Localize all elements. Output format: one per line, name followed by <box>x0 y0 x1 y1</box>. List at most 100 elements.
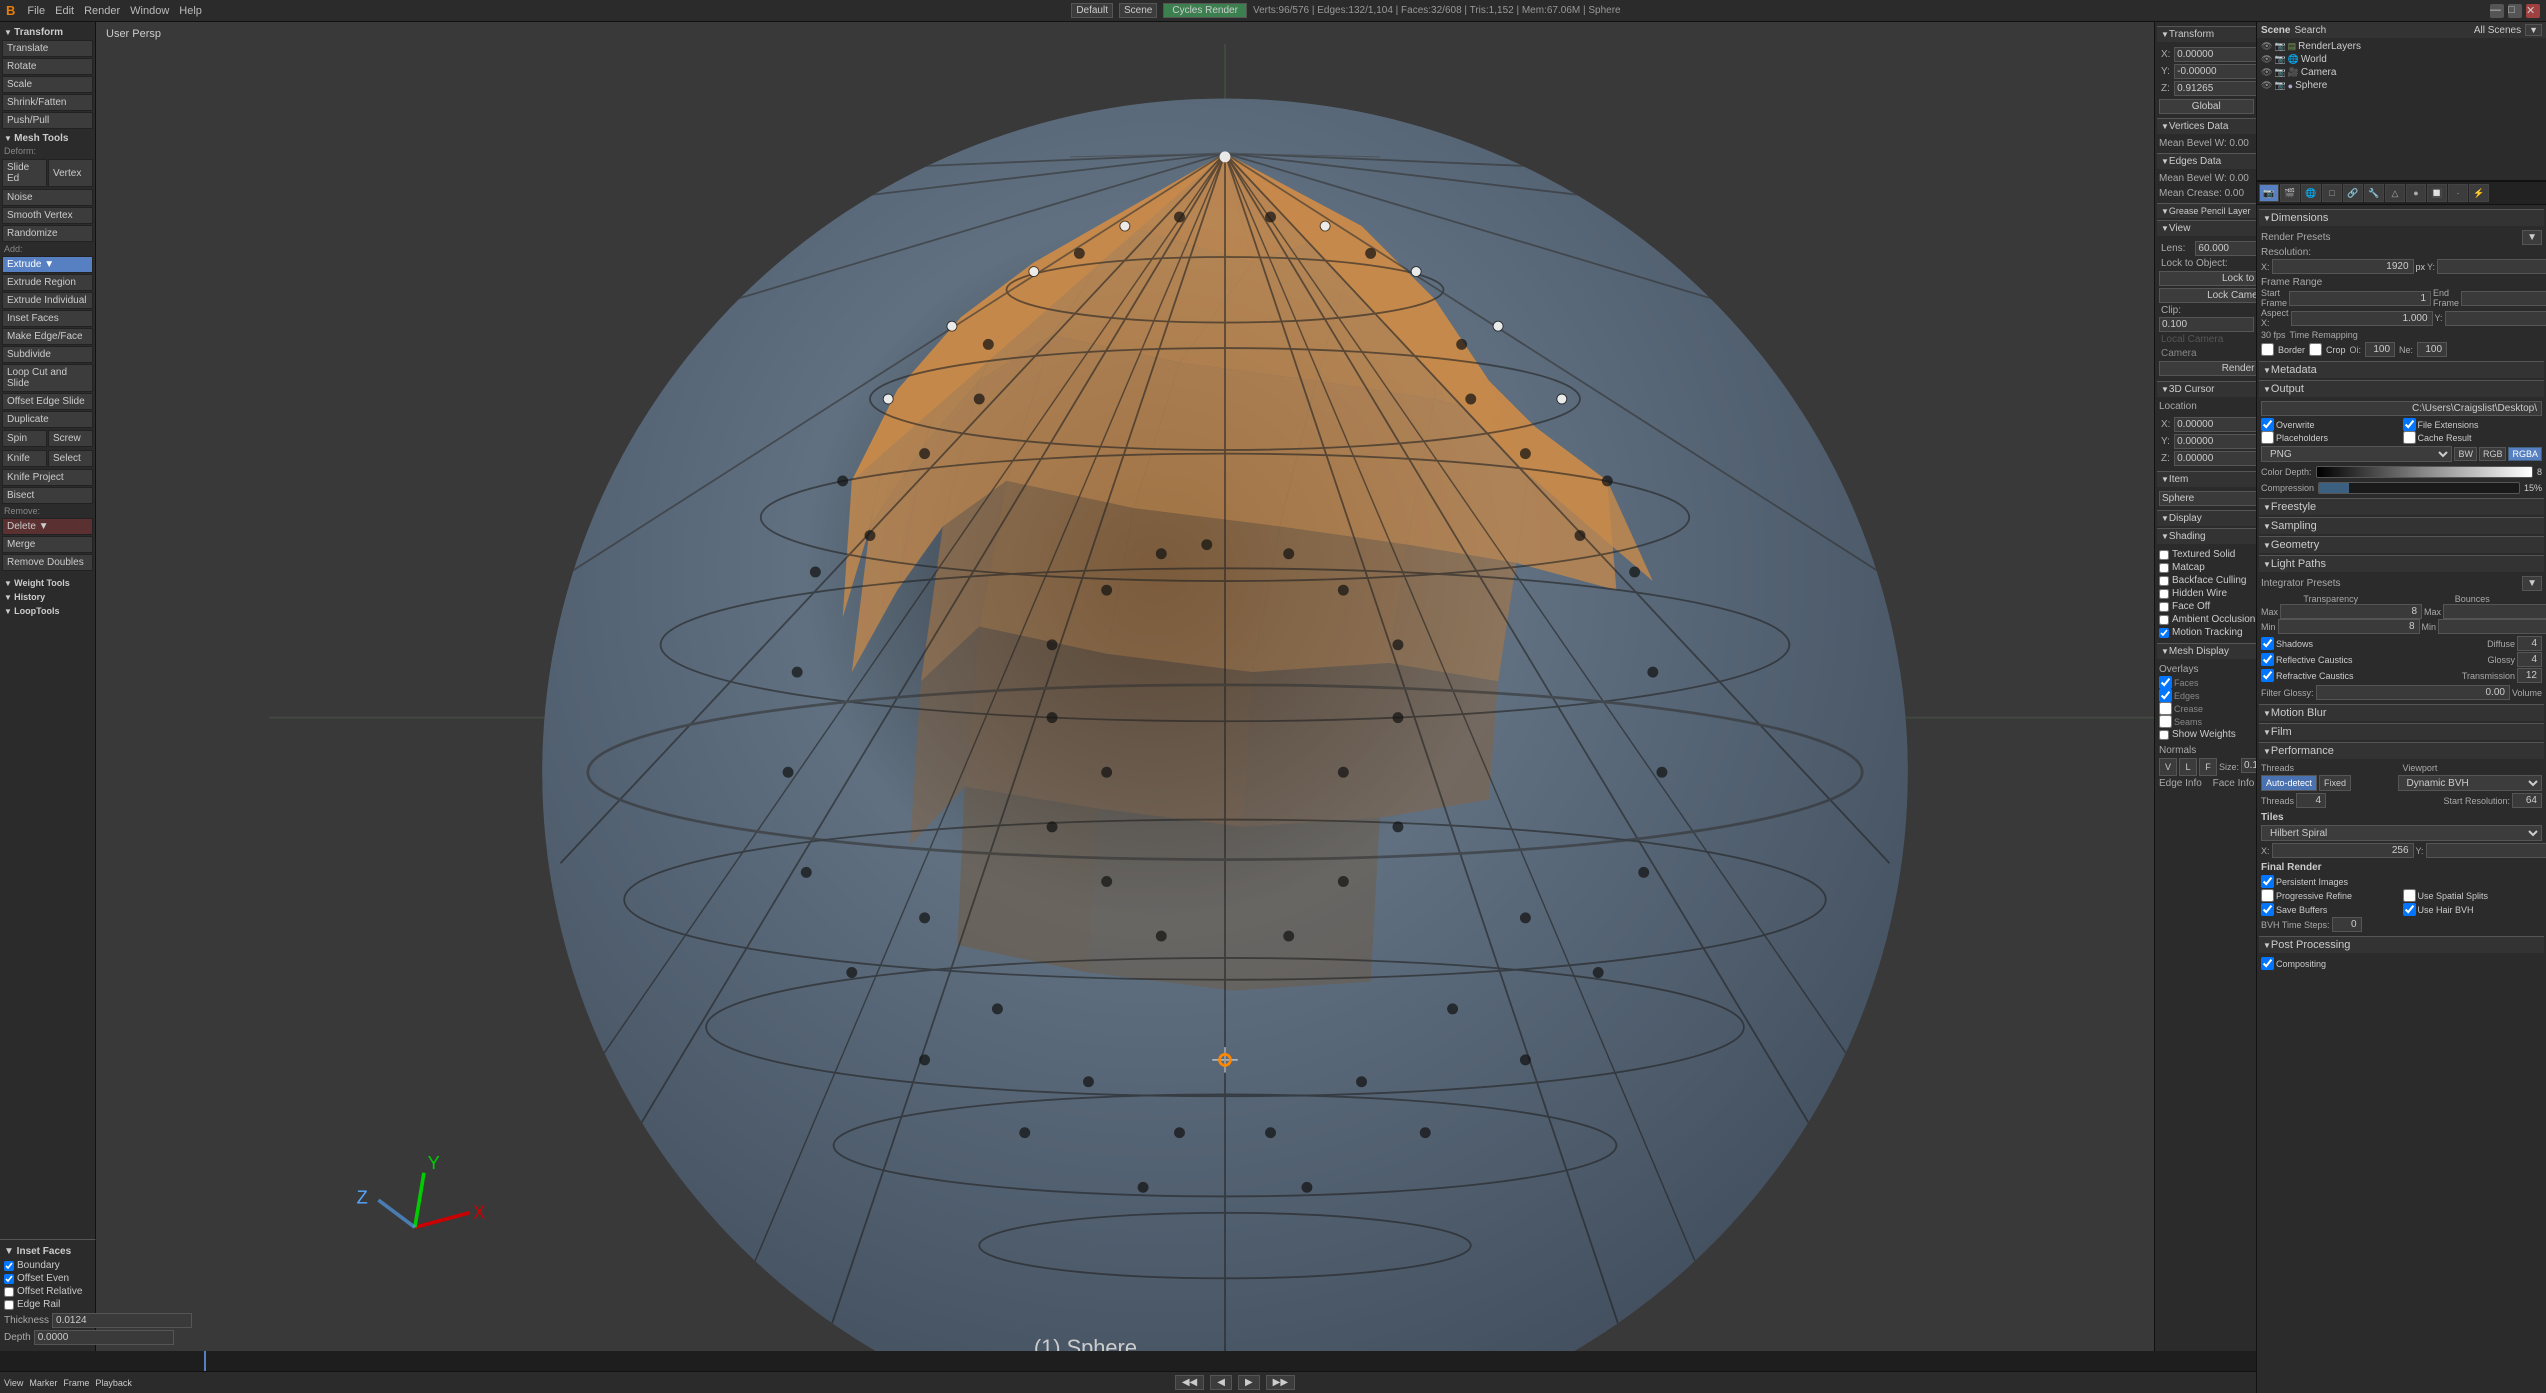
bvh-steps-input[interactable] <box>2332 917 2362 932</box>
save-buffers-checkbox[interactable] <box>2261 903 2274 916</box>
ne-input[interactable] <box>2417 342 2447 357</box>
menu-window[interactable]: Window <box>130 5 169 17</box>
motion-tracking-checkbox[interactable] <box>2159 628 2169 638</box>
object-prop-icon[interactable]: □ <box>2322 184 2342 202</box>
engine-selector[interactable]: Cycles Render <box>1163 3 1247 18</box>
tool-bisect[interactable]: Bisect <box>2 487 93 504</box>
renderlayers-eye-icon[interactable]: 👁 <box>2261 41 2272 52</box>
tool-slide-edge[interactable]: Slide Ed <box>2 159 47 187</box>
backface-culling-checkbox[interactable] <box>2159 576 2169 586</box>
rgb-btn[interactable]: RGB <box>2479 447 2507 461</box>
light-paths-section[interactable]: Light Paths <box>2259 555 2544 572</box>
history-header[interactable]: History <box>2 589 93 603</box>
menu-render[interactable]: Render <box>84 5 120 17</box>
max-trans-input[interactable] <box>2280 604 2422 619</box>
auto-detect-btn[interactable]: Auto-detect <box>2261 775 2317 791</box>
tool-duplicate[interactable]: Duplicate <box>2 411 93 428</box>
file-ext-checkbox[interactable] <box>2403 418 2416 431</box>
cache-result-checkbox[interactable] <box>2403 431 2416 444</box>
camera-eye-icon[interactable]: 👁 <box>2261 67 2272 78</box>
tool-select-knife[interactable]: Select <box>48 450 93 467</box>
tile-x-input[interactable] <box>2272 843 2414 858</box>
diffuse-input[interactable] <box>2517 636 2542 651</box>
metadata-section[interactable]: Metadata <box>2259 361 2544 378</box>
step-forward-btn[interactable]: ▶▶ <box>1266 1375 1295 1390</box>
tool-offset-edge-slide[interactable]: Offset Edge Slide <box>2 393 93 410</box>
tool-extrude-individual[interactable]: Extrude Individual <box>2 292 93 309</box>
timeline-frame-btn[interactable]: Frame <box>63 1378 89 1388</box>
dimensions-section[interactable]: Dimensions <box>2259 209 2544 226</box>
textured-solid-checkbox[interactable] <box>2159 550 2169 560</box>
transmission-input[interactable] <box>2517 668 2542 683</box>
particles-icon[interactable]: · <box>2448 184 2468 202</box>
tool-inset-faces[interactable]: Inset Faces <box>2 310 93 327</box>
menu-edit[interactable]: Edit <box>55 5 74 17</box>
oi-input[interactable] <box>2365 342 2395 357</box>
motion-blur-section[interactable]: Motion Blur <box>2259 704 2544 721</box>
tool-make-edge-face[interactable]: Make Edge/Face <box>2 328 93 345</box>
fixed-btn[interactable]: Fixed <box>2319 775 2351 791</box>
renderlayers-camera-icon[interactable]: 📷 <box>2274 41 2285 52</box>
post-processing-section[interactable]: Post Processing <box>2259 936 2544 953</box>
rgba-btn[interactable]: RGBA <box>2508 447 2542 461</box>
texture-icon[interactable]: 🔲 <box>2427 184 2447 202</box>
data-icon[interactable]: △ <box>2385 184 2405 202</box>
timeline-marker-btn[interactable]: Marker <box>29 1378 57 1388</box>
tool-randomize[interactable]: Randomize <box>2 225 93 242</box>
max-bounces-input[interactable] <box>2443 604 2546 619</box>
tool-rotate[interactable]: Rotate <box>2 58 93 75</box>
normals-face-btn[interactable]: F <box>2199 758 2217 776</box>
tool-delete[interactable]: Delete ▼ <box>2 518 93 535</box>
reflective-caustics-checkbox[interactable] <box>2261 653 2274 666</box>
constraints-icon[interactable]: 🔗 <box>2343 184 2363 202</box>
start-frame-input[interactable] <box>2289 291 2431 306</box>
loop-tools-header[interactable]: LoopTools <box>2 603 93 617</box>
hair-bvh-checkbox[interactable] <box>2403 903 2416 916</box>
geometry-section[interactable]: Geometry <box>2259 536 2544 553</box>
start-res-input[interactable] <box>2512 793 2542 808</box>
screen-selector[interactable]: Default <box>1071 3 1113 18</box>
render-presets-btn[interactable]: ▼ <box>2522 230 2542 245</box>
tool-subdivide[interactable]: Subdivide <box>2 346 93 363</box>
min-trans-input[interactable] <box>2278 619 2420 634</box>
step-back-btn[interactable]: ◀ <box>1210 1375 1232 1390</box>
world-eye-icon[interactable]: 👁 <box>2261 54 2272 65</box>
camera-camera-icon[interactable]: 📷 <box>2274 67 2285 78</box>
bvh-select[interactable]: Dynamic BVH <box>2398 775 2543 791</box>
3d-viewport[interactable]: User Persp <box>96 22 2354 1351</box>
end-frame-input[interactable] <box>2461 291 2546 306</box>
normals-loop-btn[interactable]: L <box>2179 758 2197 776</box>
persistent-images-checkbox[interactable] <box>2261 875 2274 888</box>
filter-glossy-input[interactable] <box>2316 685 2510 700</box>
tool-knife-project[interactable]: Knife Project <box>2 469 93 486</box>
min-bounces-input[interactable] <box>2438 619 2546 634</box>
normals-vert-btn[interactable]: V <box>2159 758 2177 776</box>
glossy-input[interactable] <box>2517 652 2542 667</box>
depth-input[interactable] <box>34 1330 174 1345</box>
ambient-occlusion-checkbox[interactable] <box>2159 615 2169 625</box>
maximize-btn[interactable]: □ <box>2508 4 2522 18</box>
hidden-wire-checkbox[interactable] <box>2159 589 2169 599</box>
tool-smooth-vertex[interactable]: Smooth Vertex <box>2 207 93 224</box>
prev-frame-btn[interactable]: ◀◀ <box>1175 1375 1204 1390</box>
tool-extrude-region[interactable]: Extrude Region <box>2 274 93 291</box>
res-x-input[interactable] <box>2272 259 2414 274</box>
bw-btn[interactable]: BW <box>2454 447 2477 461</box>
boundary-checkbox[interactable] <box>4 1261 14 1271</box>
material-icon[interactable]: ● <box>2406 184 2426 202</box>
tool-shrinkfatten[interactable]: Shrink/Fatten <box>2 94 93 111</box>
timeline-playback-btn[interactable]: Playback <box>95 1378 132 1388</box>
threads-input[interactable] <box>2296 793 2326 808</box>
offset-even-checkbox[interactable] <box>4 1274 14 1284</box>
faces-checkbox[interactable] <box>2159 676 2172 689</box>
spatial-splits-checkbox[interactable] <box>2403 889 2416 902</box>
compositing-checkbox[interactable] <box>2261 957 2274 970</box>
tool-spin[interactable]: Spin <box>2 430 47 447</box>
transform-section-header[interactable]: Transform <box>2 24 93 39</box>
refractive-caustics-checkbox[interactable] <box>2261 669 2274 682</box>
overwrite-checkbox[interactable] <box>2261 418 2274 431</box>
sampling-section[interactable]: Sampling <box>2259 517 2544 534</box>
edges-overlay-checkbox[interactable] <box>2159 689 2172 702</box>
tool-extrude[interactable]: Extrude ▼ <box>2 256 93 273</box>
format-select[interactable]: PNG <box>2261 446 2452 462</box>
